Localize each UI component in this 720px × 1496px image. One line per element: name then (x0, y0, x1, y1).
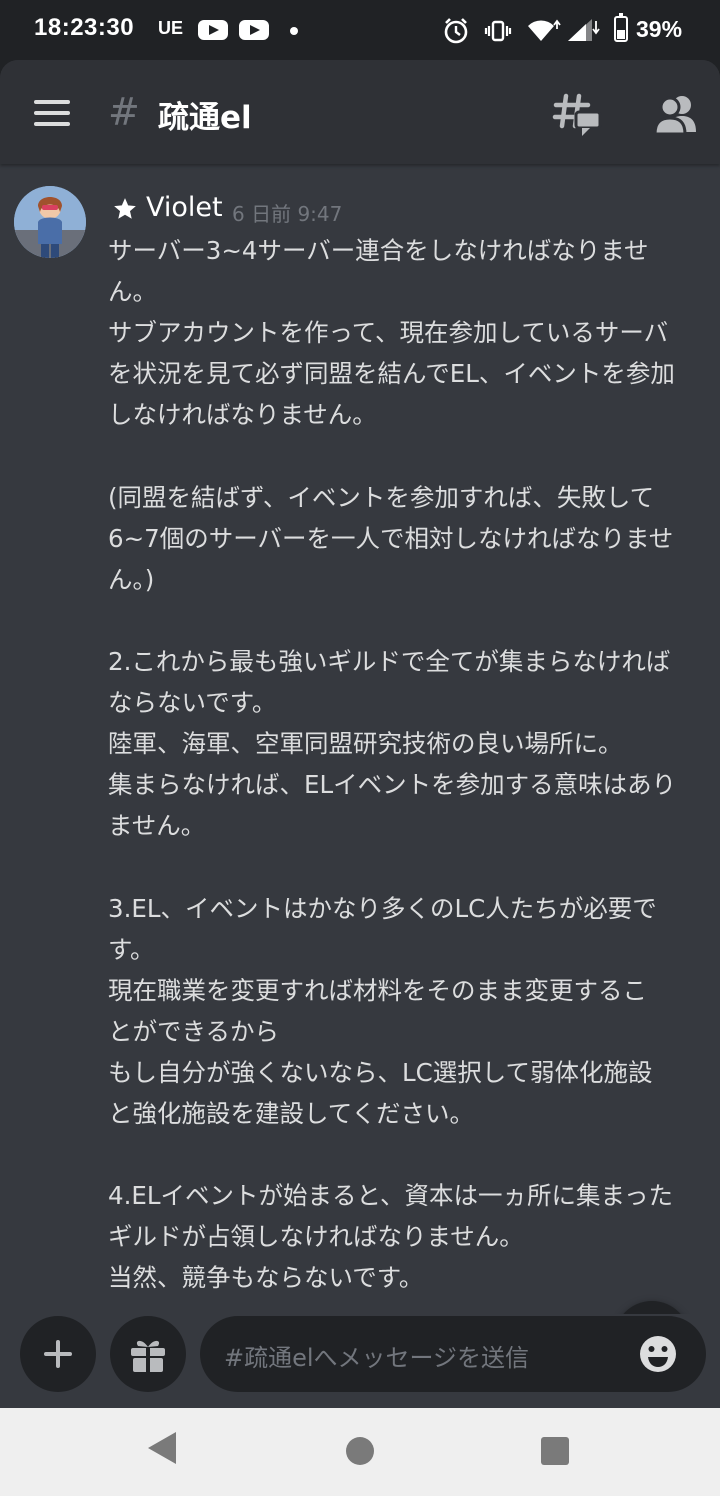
gift-icon (131, 1340, 165, 1372)
add-attachment-button[interactable] (20, 1316, 96, 1392)
message-line: す。 (108, 934, 155, 964)
emoji-icon[interactable] (638, 1334, 678, 1374)
status-carrier: UE (158, 18, 184, 38)
message-content: サーバー3~4サーバー連合をしなければなりませ ん。サブアカウントを作って、現在参… (108, 230, 708, 1298)
message-line: と強化施設を建設してください。 (108, 1098, 475, 1128)
message-line: を状況を見て必ず同盟を結んでEL、イベントを参加 (108, 359, 675, 389)
home-icon[interactable] (346, 1437, 374, 1465)
message-line: 当然、競争もならないです。 (108, 1263, 424, 1293)
message-line: 4.ELイベントが始まると、資本は一ヵ所に集まった (108, 1181, 674, 1211)
channel-hash-icon: # (108, 90, 140, 134)
system-navigation-bar (0, 1408, 720, 1496)
youtube-notification-icon (198, 20, 228, 40)
star-icon (114, 198, 136, 219)
status-bar: 18:23:30 UE 39% (0, 0, 720, 60)
message-line: ギルドが占領しなければなりません。 (108, 1222, 524, 1252)
message-line: サブアカウントを作って、現在参加しているサーバ (108, 318, 669, 348)
alarm-icon (444, 18, 468, 44)
message-line (108, 600, 708, 641)
plus-icon (44, 1340, 72, 1368)
message-line: もし自分が強くないなら、LC選択して弱体化施設 (108, 1057, 653, 1087)
message-line: サーバー3~4サーバー連合をしなければなりませ (108, 236, 649, 265)
gift-button[interactable] (110, 1316, 186, 1392)
message-input-placeholder: #疏通elへメッセージを送信 (224, 1344, 530, 1372)
message-line (108, 435, 708, 476)
threads-icon[interactable] (552, 92, 602, 138)
message-input[interactable]: #疏通elへメッセージを送信 (200, 1316, 706, 1392)
message-line: ん。 (108, 277, 157, 307)
channel-header: # 疏通el (0, 60, 720, 164)
message-timestamp: 6 日前 9:47 (232, 202, 343, 226)
message-line: しなければなりません。 (108, 400, 377, 430)
discord-app: # 疏通el Violet 6 日前 9:47 サーバー3~4サーバー連合をしな… (0, 60, 720, 1408)
more-notifications-icon (290, 27, 298, 35)
message-list[interactable]: Violet 6 日前 9:47 サーバー3~4サーバー連合をしなければなりませ… (0, 164, 720, 1324)
message-line: ん。) (108, 564, 155, 594)
message-line: 集まらなければ、ELイベントを参加する意味はあり (108, 770, 677, 800)
battery-icon (614, 13, 628, 42)
members-icon[interactable] (650, 92, 700, 138)
message-line: ません。 (108, 811, 206, 841)
hamburger-menu-icon[interactable] (34, 100, 70, 126)
message-line: 2.これから最も強いギルドで全てが集まらなければ (108, 646, 671, 676)
youtube-notification-icon (239, 20, 269, 40)
message-line: 3.EL、イベントはかなり多くのLC人たちが必要で (108, 893, 657, 923)
message-author[interactable]: Violet (146, 192, 223, 223)
vibrate-icon (484, 20, 512, 42)
message-line: (同盟を結ばず、イベントを参加すれば、失敗して (108, 482, 655, 512)
message-line: 6~7個のサーバーを一人で相対しなければなりませ (108, 523, 674, 553)
avatar[interactable] (14, 186, 86, 258)
battery-percent: 39% (636, 16, 683, 42)
message-line: ならないです。 (108, 688, 277, 718)
channel-title: 疏通el (158, 100, 252, 136)
status-time: 18:23:30 (34, 14, 135, 41)
wifi-icon (528, 19, 561, 41)
message-composer: #疏通elへメッセージを送信 (0, 1314, 720, 1408)
message-line (108, 1134, 708, 1175)
message-line: 現在職業を変更すれば材料をそのまま変更するこ (108, 975, 647, 1005)
message-line: 陸軍、海軍、空軍同盟研究技術の良い場所に。 (108, 729, 623, 759)
back-icon[interactable] (148, 1432, 176, 1464)
message-line: とができるから (108, 1016, 280, 1046)
recent-apps-icon[interactable] (541, 1437, 569, 1465)
signal-icon (568, 19, 600, 41)
message-line (108, 846, 708, 887)
